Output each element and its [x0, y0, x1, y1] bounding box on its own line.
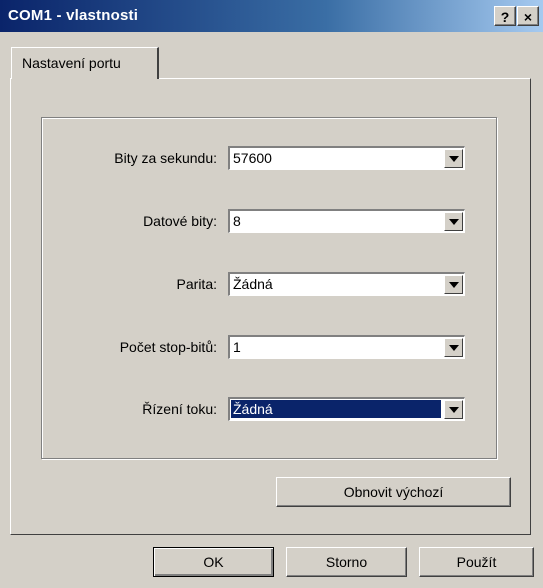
cancel-button[interactable]: Storno [286, 547, 407, 577]
data-bits-value: 8 [233, 213, 241, 229]
parity-label: Parita: [176, 276, 217, 292]
data-bits-select[interactable]: 8 [228, 209, 465, 233]
help-icon[interactable]: ? [494, 6, 516, 26]
ok-button[interactable]: OK [153, 547, 274, 577]
baud-rate-select[interactable]: 57600 [228, 146, 465, 170]
title-bar[interactable]: COM1 - vlastnosti ? × [0, 0, 543, 32]
close-icon[interactable]: × [517, 6, 539, 26]
flow-control-value: Žádná [231, 400, 275, 418]
baud-rate-value: 57600 [233, 150, 272, 166]
stop-bits-label: Počet stop-bitů: [119, 339, 217, 355]
tab-port-settings[interactable]: Nastavení portu [11, 47, 159, 79]
chevron-down-icon[interactable] [444, 149, 463, 168]
flow-control-label: Řízení toku: [142, 401, 217, 417]
flow-control-select[interactable]: Žádná [228, 397, 465, 421]
dialog-window: COM1 - vlastnosti ? × Nastavení portu Bi… [0, 0, 543, 588]
apply-button[interactable]: Použít [419, 547, 534, 577]
chevron-down-icon[interactable] [444, 212, 463, 231]
baud-rate-label: Bity za sekundu: [114, 150, 217, 166]
tab-label: Nastavení portu [22, 55, 121, 71]
restore-defaults-button[interactable]: Obnovit výchozí [276, 477, 511, 507]
window-title: COM1 - vlastnosti [8, 7, 139, 24]
chevron-down-icon[interactable] [444, 400, 463, 419]
data-bits-label: Datové bity: [143, 213, 217, 229]
chevron-down-icon[interactable] [444, 275, 463, 294]
stop-bits-value: 1 [233, 339, 241, 355]
stop-bits-select[interactable]: 1 [228, 335, 465, 359]
chevron-down-icon[interactable] [444, 338, 463, 357]
parity-value: Žádná [233, 276, 273, 292]
parity-select[interactable]: Žádná [228, 272, 465, 296]
